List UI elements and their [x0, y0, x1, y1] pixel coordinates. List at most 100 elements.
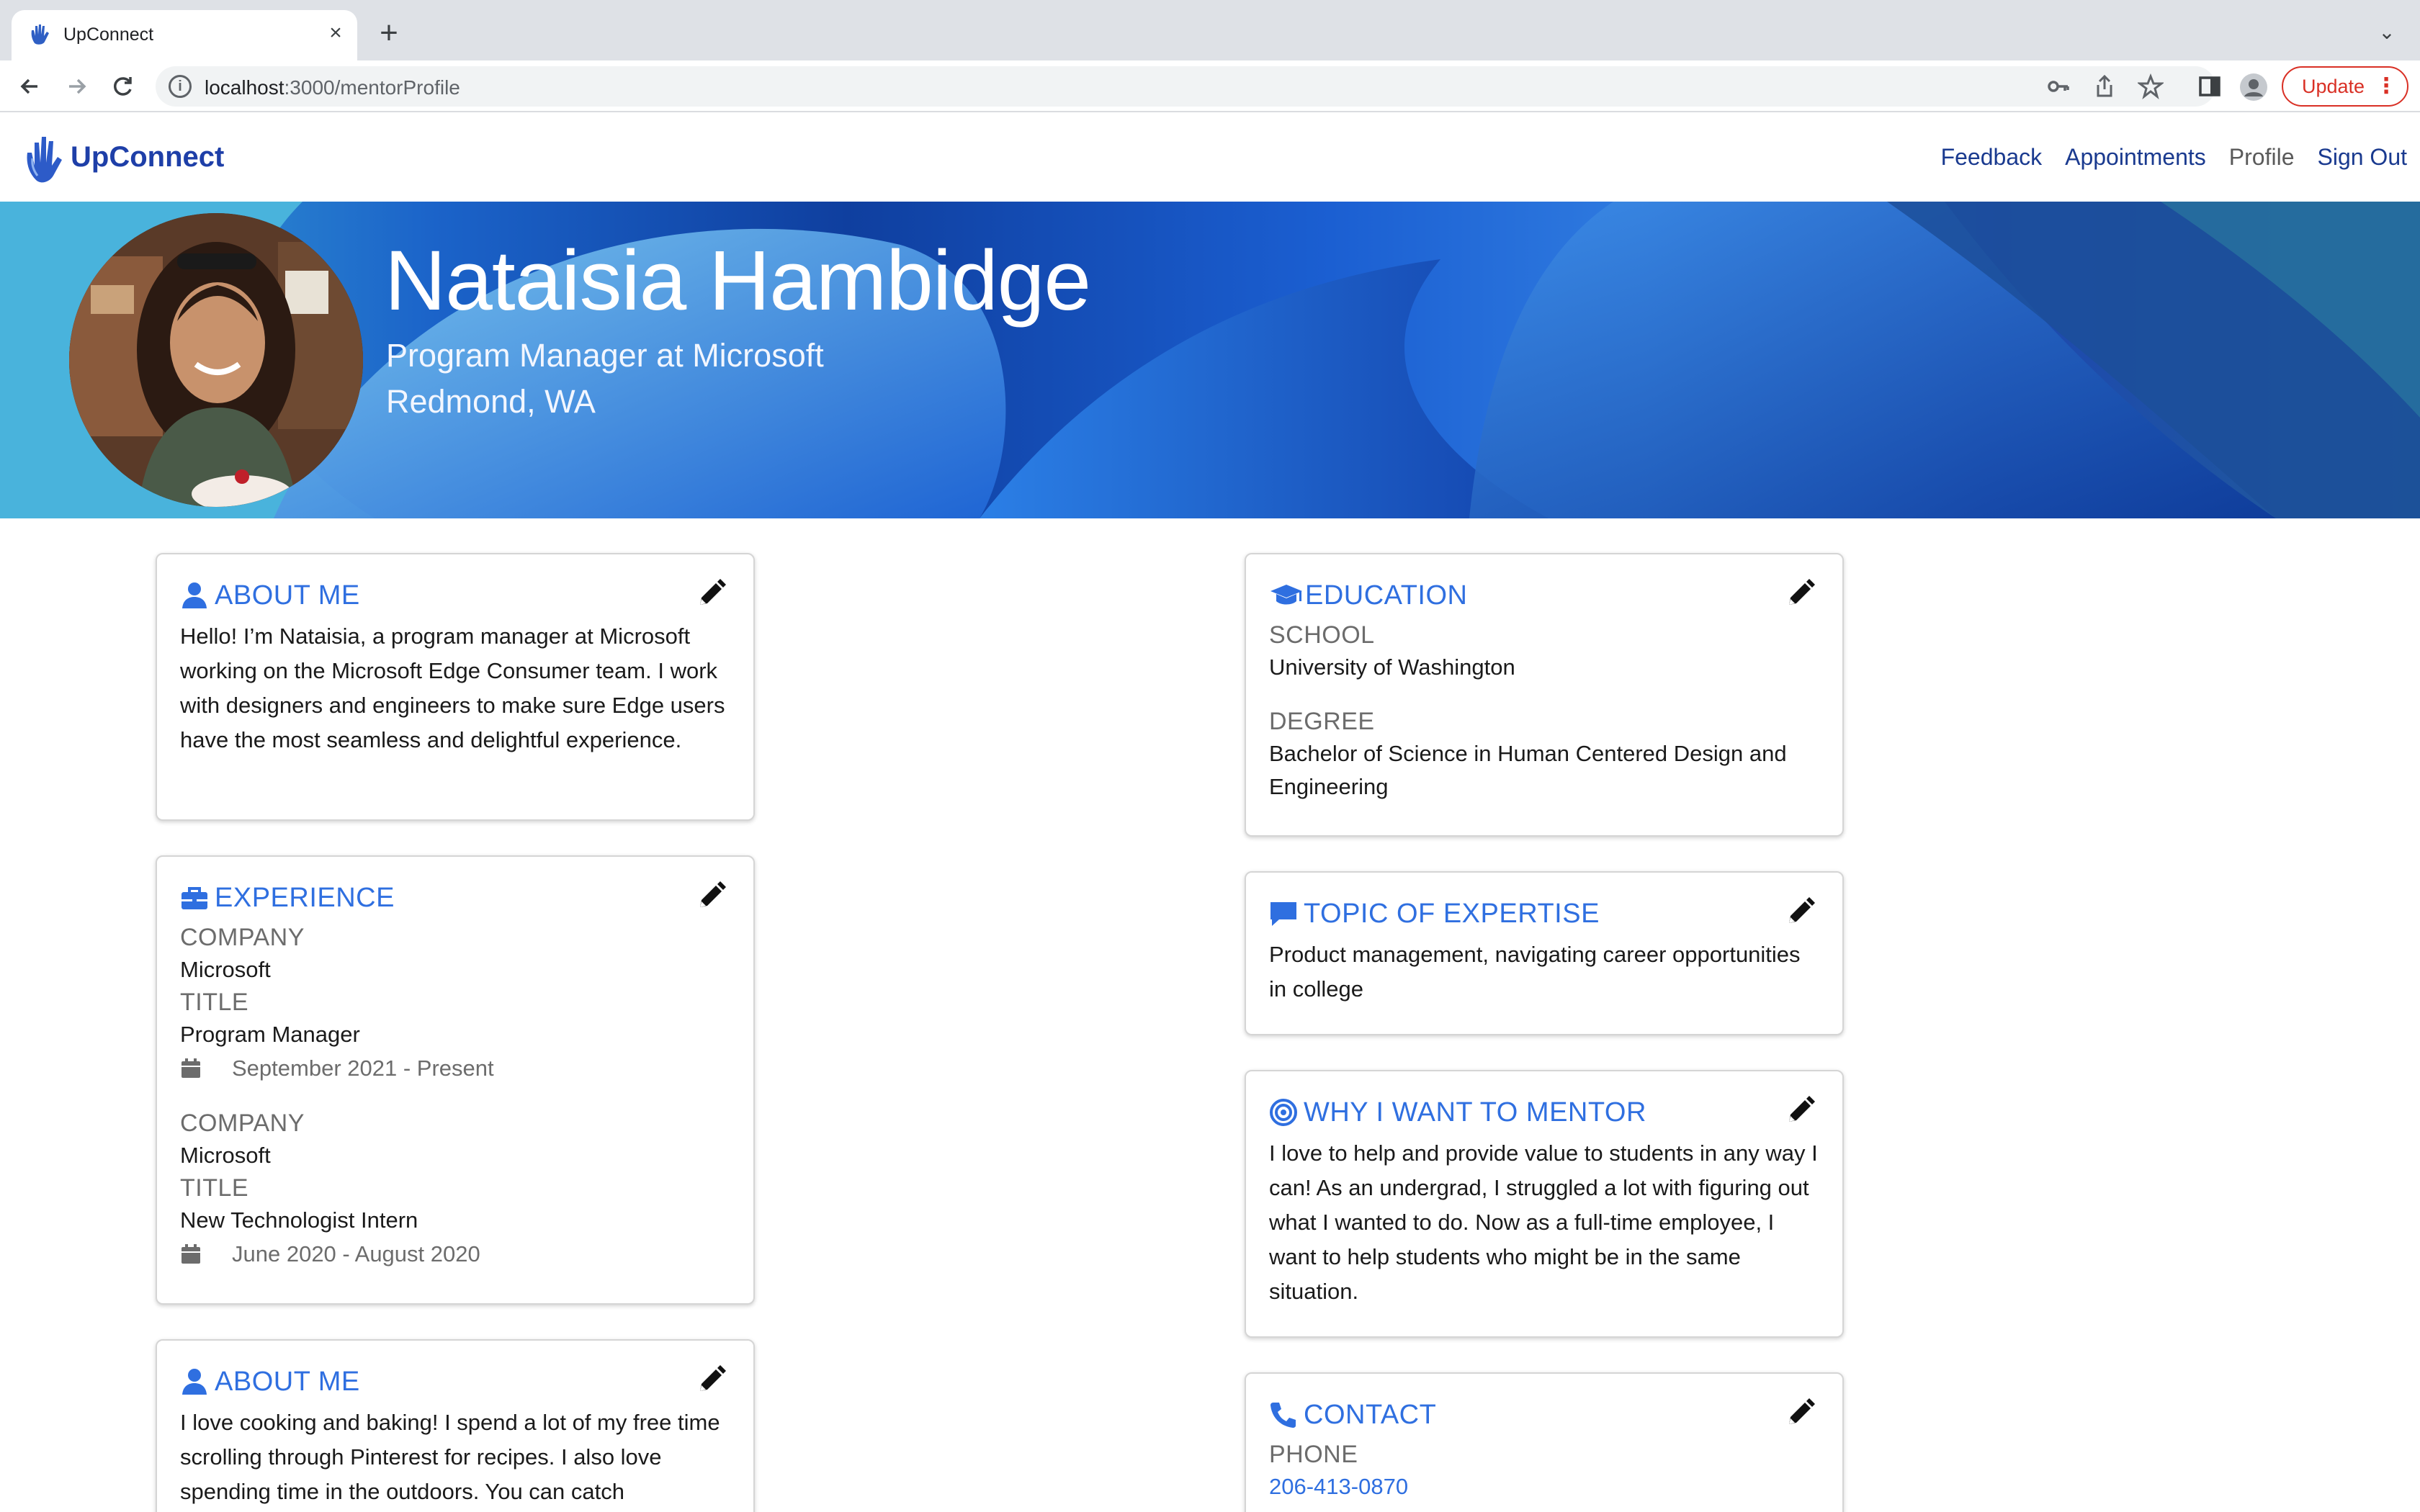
url-path: :3000/mentorProfile — [284, 76, 460, 99]
card-header: WHY I WANT TO MENTOR — [1269, 1093, 1819, 1132]
why-mentor-card: WHY I WANT TO MENTOR I love to help and … — [1245, 1070, 1844, 1338]
expertise-text: Product management, navigating career op… — [1269, 942, 1801, 1002]
phone-label: PHONE — [1269, 1441, 1358, 1468]
edit-pencil-icon[interactable] — [1785, 1094, 1816, 1126]
edit-pencil-icon[interactable] — [1785, 577, 1816, 609]
date-range-row: June 2020 - August 2020 — [180, 1237, 730, 1272]
calendar-icon — [182, 1058, 200, 1078]
card-title: ABOUT ME — [215, 580, 360, 611]
password-key-icon[interactable] — [2045, 73, 2071, 99]
mentor-name: Nataisia Hambidge — [385, 233, 1091, 328]
about-me-text: Hello! I’m Nataisia, a program manager a… — [180, 624, 725, 752]
experience-card: EXPERIENCE COMPANY Microsoft TITLE Progr… — [156, 855, 755, 1305]
edit-pencil-icon[interactable] — [696, 577, 727, 609]
user-icon — [182, 582, 207, 608]
card-title: TOPIC OF EXPERTISE — [1304, 898, 1600, 929]
edit-pencil-icon[interactable] — [1785, 1397, 1816, 1428]
forward-arrow-icon[interactable] — [62, 72, 91, 101]
experience-item: COMPANY Microsoft TITLE Program Manager … — [180, 922, 730, 1086]
card-title: EXPERIENCE — [215, 882, 395, 913]
mentor-location: Redmond, WA — [386, 383, 596, 420]
url-text[interactable]: localhost:3000/mentorProfile — [205, 76, 460, 99]
nav-link-feedback[interactable]: Feedback — [1941, 144, 2043, 171]
about-me-card: ABOUT ME Hello! I’m Nataisia, a program … — [156, 553, 755, 821]
tab-search-chevron-icon[interactable]: ⌄ — [2372, 20, 2401, 49]
about-me-hobbies-card: ABOUT ME I love cooking and baking! I sp… — [156, 1339, 755, 1512]
why-mentor-text: I love to help and provide value to stud… — [1269, 1140, 1818, 1304]
contact-details: PHONE 206-413-0870 — [1269, 1439, 1819, 1503]
phone-link[interactable]: 206-413-0870 — [1269, 1470, 1819, 1503]
browser-tab[interactable]: UpConnect × — [12, 10, 357, 60]
calendar-icon — [182, 1244, 200, 1264]
education-details: SCHOOL University of Washington DEGREE B… — [1269, 619, 1819, 804]
company-label: COMPANY — [180, 924, 305, 951]
title-label: TITLE — [180, 989, 249, 1016]
nav-link-profile[interactable]: Profile — [2229, 144, 2295, 171]
mentor-job-title: Program Manager at Microsoft — [386, 337, 824, 374]
user-icon — [182, 1369, 207, 1395]
date-range: June 2020 - August 2020 — [232, 1241, 480, 1266]
card-header: ABOUT ME — [180, 1362, 730, 1401]
date-range: September 2021 - Present — [232, 1056, 494, 1081]
topic-of-expertise-card: TOPIC OF EXPERTISE Product management, n… — [1245, 871, 1844, 1035]
company-label: COMPANY — [180, 1110, 305, 1137]
card-header: EDUCATION — [1269, 576, 1819, 615]
bookmark-star-icon[interactable] — [2136, 73, 2165, 99]
brand-link[interactable]: UpConnect — [22, 130, 224, 184]
site-info-icon[interactable]: i — [169, 75, 192, 98]
card-header: ABOUT ME — [180, 576, 730, 615]
browser-tabstrip: UpConnect × + ⌄ — [0, 0, 2420, 60]
title-value: Program Manager — [180, 1022, 360, 1047]
title-label: TITLE — [180, 1174, 249, 1202]
address-bar[interactable]: i localhost:3000/mentorProfile — [156, 66, 2215, 107]
tab-close-icon[interactable]: × — [321, 19, 350, 48]
profile-avatar-icon[interactable] — [2240, 73, 2267, 101]
update-label: Update — [2302, 76, 2365, 97]
reload-icon[interactable] — [108, 72, 137, 101]
graduation-cap-icon — [1270, 585, 1302, 605]
education-card: EDUCATION SCHOOL University of Washingto… — [1245, 553, 1844, 837]
degree-label: DEGREE — [1269, 708, 1375, 735]
school-label: SCHOOL — [1269, 621, 1375, 649]
brand-name: UpConnect — [71, 140, 225, 173]
card-header: TOPIC OF EXPERTISE — [1269, 894, 1819, 933]
edit-pencil-icon[interactable] — [1785, 896, 1816, 927]
target-icon — [1270, 1099, 1297, 1126]
nav-link-sign-out[interactable]: Sign Out — [2317, 144, 2407, 171]
upconnect-favicon-icon — [31, 24, 49, 45]
browser-update-button[interactable]: Update ⋮ — [2282, 66, 2408, 107]
more-options-icon[interactable]: ⋮ — [2375, 68, 2397, 105]
experience-item: COMPANY Microsoft TITLE New Technologist… — [180, 1107, 730, 1272]
company-value: Microsoft — [180, 1143, 271, 1168]
hero-wave-background — [0, 202, 2420, 518]
profile-photo-image — [69, 213, 363, 507]
degree-value: Bachelor of Science in Human Centered De… — [1269, 741, 1787, 799]
card-title: EDUCATION — [1305, 580, 1468, 611]
browser-toolbar: i localhost:3000/mentorProfile Update ⋮ — [0, 60, 2420, 112]
tab-title: UpConnect — [63, 24, 154, 45]
nav-link-appointments[interactable]: Appointments — [2065, 144, 2206, 171]
edit-pencil-icon[interactable] — [696, 1364, 727, 1395]
app-navbar: UpConnect Feedback Appointments Profile … — [0, 112, 2420, 202]
briefcase-icon — [182, 887, 207, 909]
card-title: CONTACT — [1304, 1399, 1437, 1430]
phone-icon — [1270, 1403, 1296, 1428]
school-value: University of Washington — [1269, 654, 1515, 680]
edit-pencil-icon[interactable] — [696, 880, 727, 912]
card-header: EXPERIENCE — [180, 878, 730, 917]
share-icon[interactable] — [2092, 73, 2118, 99]
side-panel-icon[interactable] — [2195, 72, 2224, 101]
profile-photo — [69, 213, 363, 507]
profile-hero-banner — [0, 202, 2420, 518]
nav-links: Feedback Appointments Profile Sign Out — [1941, 144, 2407, 171]
speech-bubble-icon — [1270, 902, 1296, 926]
date-range-row: September 2021 - Present — [180, 1051, 730, 1086]
card-header: CONTACT — [1269, 1395, 1819, 1434]
new-tab-icon[interactable]: + — [372, 17, 406, 52]
card-title: WHY I WANT TO MENTOR — [1304, 1097, 1646, 1128]
upconnect-hand-logo-icon — [27, 137, 62, 183]
company-value: Microsoft — [180, 957, 271, 982]
back-arrow-icon[interactable] — [16, 72, 45, 101]
about-me-hobbies-text: I love cooking and baking! I spend a lot… — [180, 1410, 720, 1504]
url-host: localhost — [205, 76, 284, 99]
